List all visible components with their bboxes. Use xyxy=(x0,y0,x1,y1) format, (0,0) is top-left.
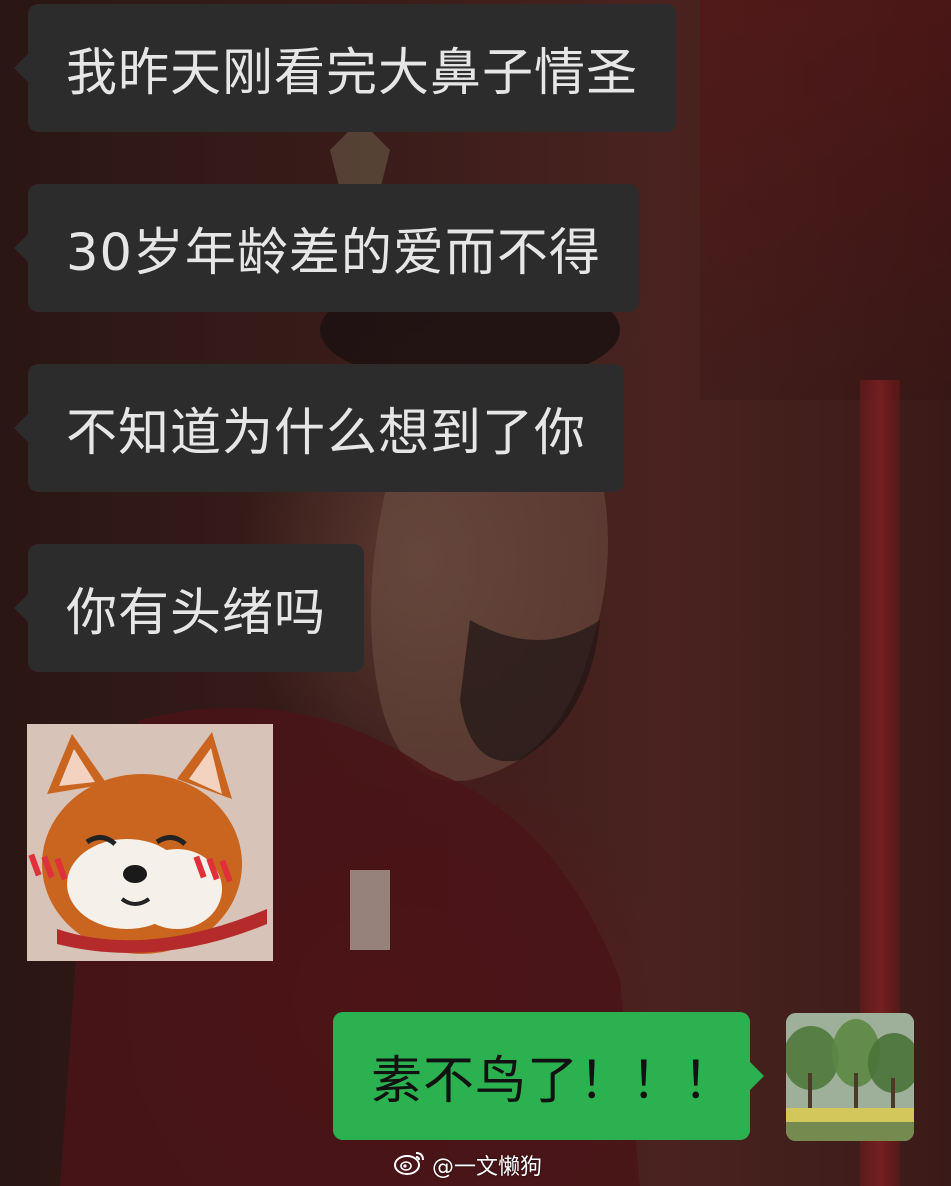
incoming-message-bubble[interactable]: 不知道为什么想到了你 xyxy=(13,364,625,492)
message-text: 30岁年龄差的爱而不得 xyxy=(66,224,601,283)
landscape-painting-avatar[interactable] xyxy=(786,1013,914,1141)
watermark: @一文懒狗 xyxy=(394,1148,542,1182)
incoming-message-bubble[interactable]: 我昨天刚看完大鼻子情圣 xyxy=(13,4,677,132)
incoming-message-bubble[interactable]: 你有头绪吗 xyxy=(13,544,365,672)
outgoing-message-bubble[interactable]: 素不鸟了！！！ xyxy=(333,1012,764,1140)
watermark-handle: @一文懒狗 xyxy=(432,1155,543,1180)
shiba-dog-blushing-icon[interactable] xyxy=(27,724,273,961)
message-text: 你有头绪吗 xyxy=(66,584,327,643)
weibo-icon xyxy=(394,1149,426,1181)
message-text: 不知道为什么想到了你 xyxy=(66,404,587,463)
message-text: 我昨天刚看完大鼻子情圣 xyxy=(66,44,639,103)
incoming-message-bubble[interactable]: 30岁年龄差的爱而不得 xyxy=(14,184,639,312)
message-text: 素不鸟了！！！ xyxy=(371,1052,736,1111)
